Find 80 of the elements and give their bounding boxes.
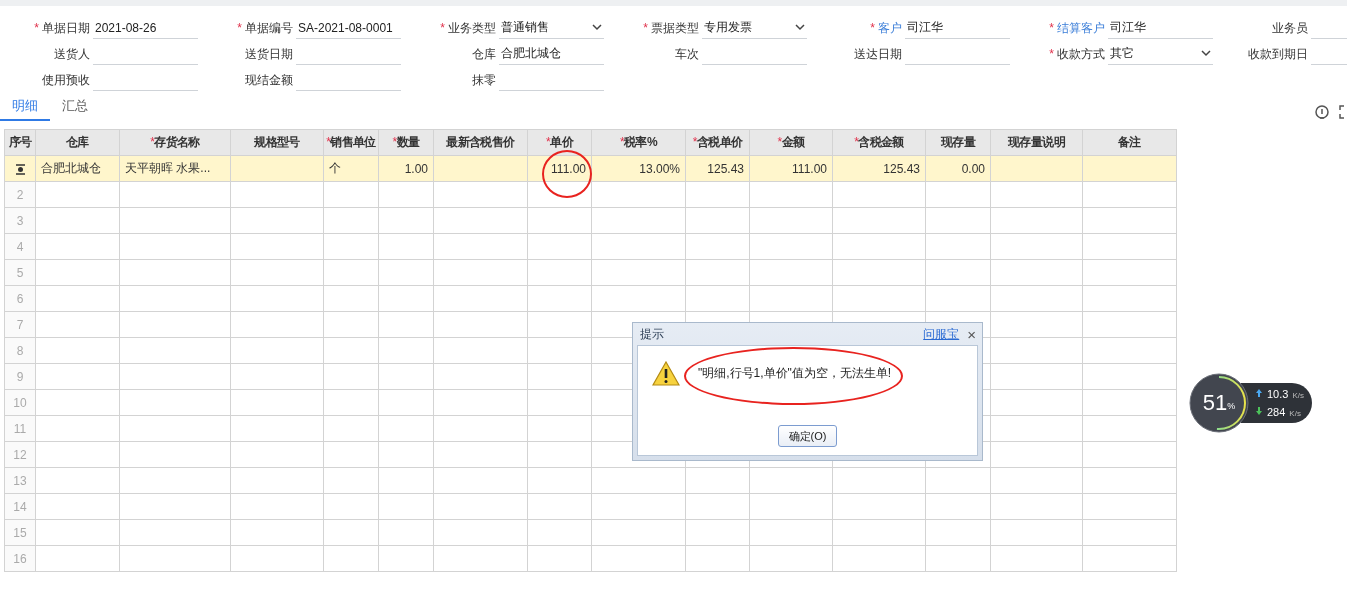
column-header: 序号 (4, 129, 36, 156)
table-cell: 125.43 (832, 155, 926, 182)
column-header: 现存量 (925, 129, 991, 156)
field-label: 送货日期 (245, 46, 293, 61)
dropdown-field[interactable]: 普通销售 (499, 17, 604, 39)
row-number: 15 (4, 519, 36, 546)
row-number: 2 (4, 181, 36, 208)
required-mark: * (1049, 20, 1054, 35)
field-label: 使用预收 (42, 72, 90, 87)
input-field[interactable]: SA-2021-08-0001 (296, 17, 401, 39)
field-label: 业务员 (1272, 20, 1308, 35)
dropdown-field[interactable]: 专用发票 (702, 17, 807, 39)
column-header: 仓库 (35, 129, 120, 156)
table-cell: 合肥北城仓 (35, 155, 120, 182)
field-label: 抹零 (472, 72, 496, 87)
row-number: 6 (4, 285, 36, 312)
input-field[interactable]: 司江华 (1108, 17, 1213, 39)
row-number: 3 (4, 207, 36, 234)
column-header: *含税单价 (685, 129, 750, 156)
field-label: 业务类型 (448, 20, 496, 35)
field-label: 客户 (878, 20, 902, 35)
table-cell: 13.00% (591, 155, 686, 182)
percent-unit: % (1227, 401, 1236, 411)
field-label: 送达日期 (854, 46, 902, 61)
column-header: 规格型号 (230, 129, 324, 156)
tab[interactable]: 明细 (0, 97, 50, 121)
column-header: *数量 (378, 129, 434, 156)
column-header: *含税金额 (832, 129, 926, 156)
dropdown-field[interactable]: 其它 (1108, 43, 1213, 65)
field-label: 仓库 (472, 46, 496, 61)
required-mark: * (237, 20, 242, 35)
field-label: 单据编号 (245, 20, 293, 35)
field-label: 票据类型 (651, 20, 699, 35)
required-mark: * (34, 20, 39, 35)
input-field[interactable]: 2021-08-26 (93, 17, 198, 39)
dialog-title: 提示 (640, 325, 664, 343)
ok-button[interactable]: 确定(O) (777, 425, 838, 447)
table-cell: 天平朝晖 水果... (119, 155, 231, 182)
column-header: 最新含税售价 (433, 129, 528, 156)
row-number: 4 (4, 233, 36, 260)
column-header: 现存量说明 (990, 129, 1083, 156)
required-mark: * (870, 20, 875, 35)
row-number: 7 (4, 311, 36, 338)
row-number: 13 (4, 467, 36, 494)
field-label: 送货人 (54, 46, 90, 61)
row-number: 16 (4, 545, 36, 572)
speed-value: 284 (1267, 406, 1286, 418)
usage-percent: 51 (1202, 390, 1228, 416)
row-number: 5 (4, 259, 36, 286)
column-header: *销售单位 (323, 129, 379, 156)
column-header: *金额 (749, 129, 833, 156)
column-header: 备注 (1082, 129, 1177, 156)
speed-unit: K/s (1289, 409, 1301, 418)
input-field[interactable]: 合肥北城仓 (499, 43, 604, 65)
field-label: 结算客户 (1057, 20, 1105, 35)
field-label: 收款到期日 (1248, 46, 1308, 61)
column-header: *税率% (591, 129, 686, 156)
column-header: *存货名称 (119, 129, 231, 156)
field-label: 现结金额 (245, 72, 293, 87)
required-mark: * (643, 20, 648, 35)
row-number: 12 (4, 441, 36, 468)
row-number: 11 (4, 415, 36, 442)
required-mark: * (440, 20, 445, 35)
required-mark: * (1049, 46, 1054, 61)
row-number: 9 (4, 363, 36, 390)
field-label: 车次 (675, 46, 699, 61)
row-number: 14 (4, 493, 36, 520)
dialog-message: "明细,行号1,单价"值为空，无法生单! (698, 365, 892, 380)
column-header: *单价 (527, 129, 592, 156)
field-label: 单据日期 (42, 20, 90, 35)
help-link[interactable]: 问服宝 (923, 325, 960, 343)
row-number: 8 (4, 337, 36, 364)
row-number: 10 (4, 389, 36, 416)
field-label: 收款方式 (1057, 46, 1105, 61)
close-button[interactable]: × (967, 326, 976, 342)
table-cell: 111.00 (749, 155, 833, 182)
speed-value: 10.3 (1267, 388, 1289, 400)
speed-unit: K/s (1292, 391, 1304, 400)
input-field[interactable]: 司江华 (905, 17, 1010, 39)
tab[interactable]: 汇总 (50, 97, 100, 121)
